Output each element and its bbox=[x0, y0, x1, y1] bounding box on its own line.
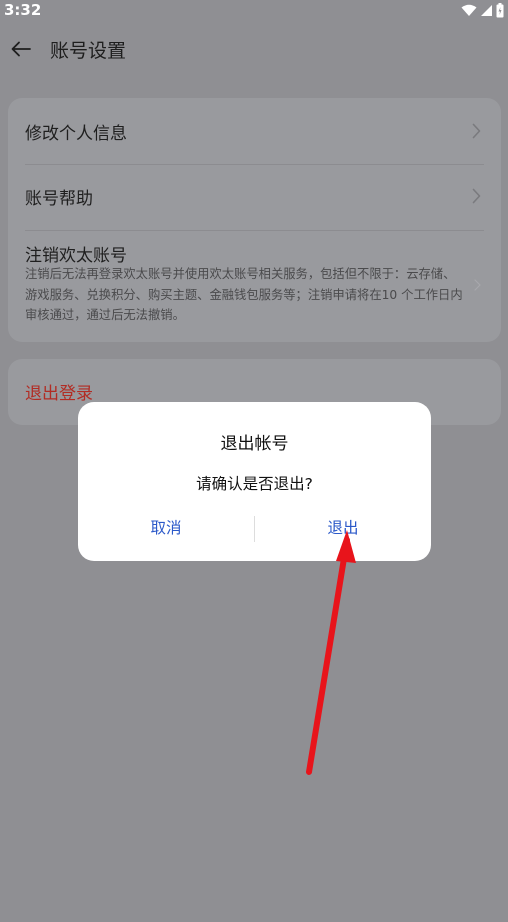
annotation-arrow bbox=[306, 530, 356, 775]
